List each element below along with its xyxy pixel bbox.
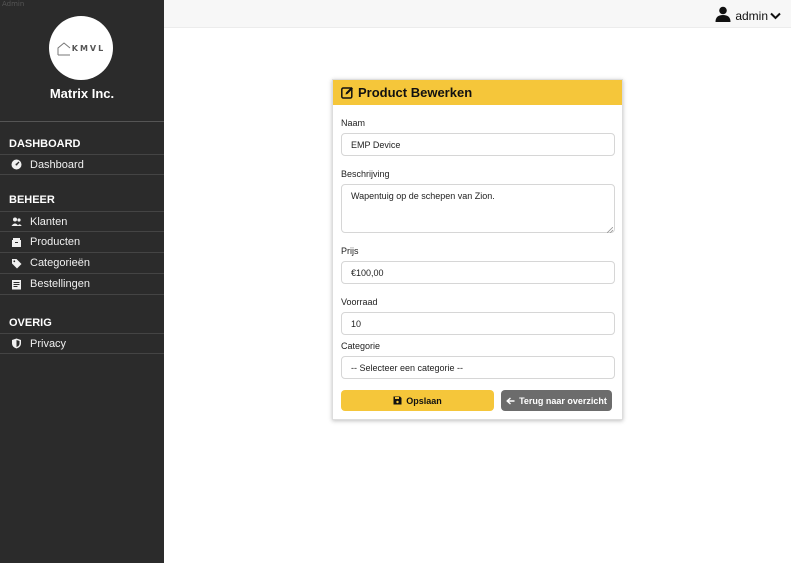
gauge-icon: [11, 159, 22, 170]
card-header: Product Bewerken: [333, 80, 622, 105]
categorie-select[interactable]: -- Selecteer een categorie --: [341, 356, 615, 379]
sidebar-item-klanten[interactable]: Klanten: [0, 211, 164, 232]
sidebar-item-label: Bestellingen: [30, 278, 90, 290]
sidebar-item-dashboard[interactable]: Dashboard: [0, 154, 164, 175]
product-edit-card: Product Bewerken Naam EMP Device Beschri…: [332, 79, 623, 420]
shield-icon: [11, 338, 22, 349]
section-title-dashboard: DASHBOARD: [9, 138, 81, 150]
tag-icon: [11, 258, 22, 269]
sidebar: KMVL Matrix Inc. DASHBOARD Dashboard BEH…: [0, 0, 164, 563]
sidebar-item-privacy[interactable]: Privacy: [0, 333, 164, 354]
sidebar-item-label: Producten: [30, 236, 81, 248]
house-icon: [57, 41, 71, 56]
company-name: Matrix Inc.: [49, 86, 115, 101]
voorraad-label: Voorraad: [341, 297, 378, 307]
back-to-overview-button[interactable]: Terug naar overzicht: [501, 390, 612, 411]
corner-text: Admin: [2, 0, 25, 8]
categorie-label: Categorie: [341, 341, 381, 351]
floppy-disk-icon: [393, 396, 402, 405]
sidebar-item-categorieen[interactable]: Categorieën: [0, 253, 164, 274]
save-button-label: Opslaan: [406, 395, 442, 406]
receipt-icon: [11, 279, 22, 290]
back-button-label: Terug naar overzicht: [519, 395, 607, 406]
page-title: Product Bewerken: [358, 85, 473, 100]
user-menu[interactable]: admin: [715, 6, 781, 25]
user-name: admin: [735, 8, 768, 23]
company-logo[interactable]: KMVL: [49, 16, 113, 80]
voorraad-input[interactable]: 10: [341, 312, 615, 335]
edit-icon: [341, 86, 354, 99]
chevron-down-icon: [770, 9, 781, 23]
section-title-beheer: BEHEER: [9, 194, 55, 206]
sidebar-item-label: Categorieën: [30, 257, 90, 269]
beschrijving-textarea[interactable]: Wapentuig op de schepen van Zion.: [341, 184, 615, 234]
logo-text: KMVL: [71, 43, 106, 53]
naam-label: Naam: [341, 118, 366, 128]
beschrijving-label: Beschrijving: [341, 169, 390, 179]
users-icon: [11, 216, 22, 227]
sidebar-item-bestellingen[interactable]: Bestellingen: [0, 274, 164, 295]
box-icon: [11, 237, 22, 248]
section-title-overig: OVERIG: [9, 317, 52, 329]
sidebar-item-label: Dashboard: [30, 158, 84, 171]
sidebar-divider: [0, 121, 164, 122]
sidebar-item-label: Klanten: [30, 215, 68, 228]
prijs-input[interactable]: €100,00: [341, 261, 615, 284]
top-bar: admin: [164, 0, 791, 28]
arrow-left-icon: [506, 396, 515, 405]
naam-input[interactable]: EMP Device: [341, 133, 615, 156]
user-icon: [715, 6, 731, 25]
beschrijving-value: Wapentuig op de schepen van Zion.: [351, 191, 495, 201]
sidebar-item-producten[interactable]: Producten: [0, 232, 164, 253]
prijs-label: Prijs: [341, 246, 359, 256]
sidebar-item-label: Privacy: [30, 337, 67, 350]
resize-handle[interactable]: [606, 225, 614, 234]
save-button[interactable]: Opslaan: [341, 390, 494, 411]
